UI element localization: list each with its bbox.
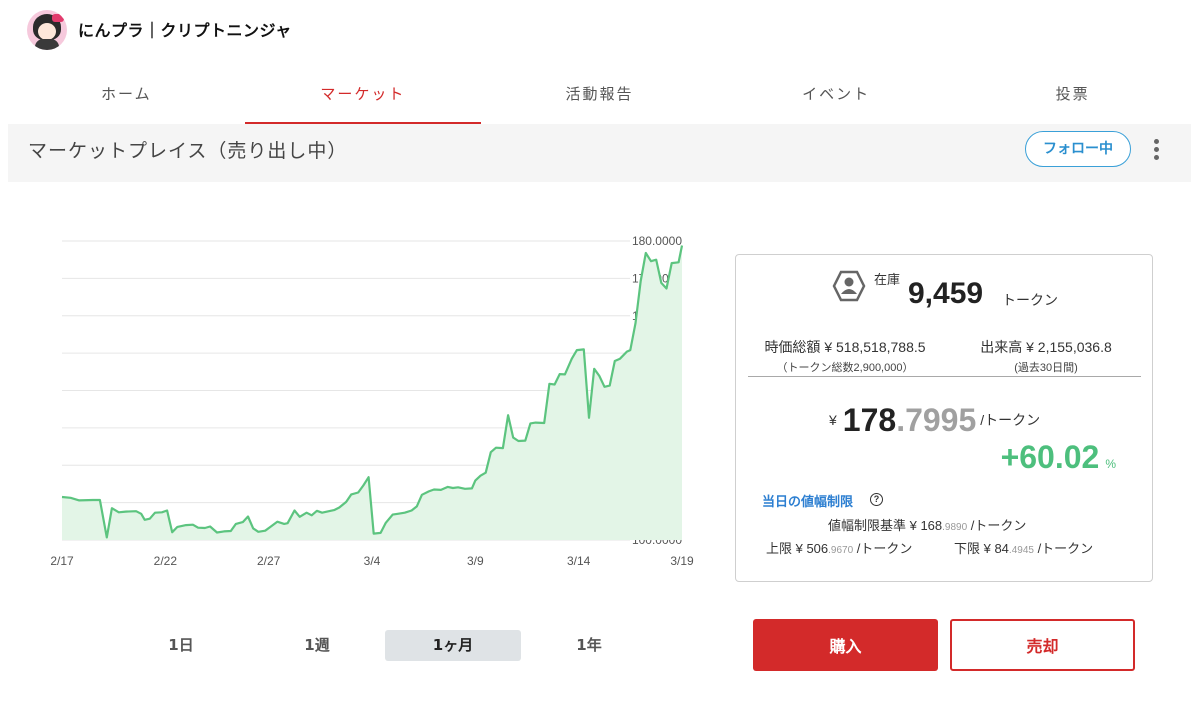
more-dot — [1153, 155, 1159, 160]
limit-upper-label: 上限 ¥ 506 — [766, 541, 829, 556]
limit-lower-label: 下限 ¥ 84 — [954, 541, 1009, 556]
price-integer: 178 — [842, 402, 897, 438]
app-header: にんプラ｜クリプトニンジャ — [0, 0, 1199, 58]
card-divider — [748, 376, 1141, 377]
x-tick-label: 3/19 — [670, 554, 694, 568]
more-options-icon[interactable] — [1148, 136, 1164, 166]
current-price: ¥178.7995/トークン — [829, 402, 1040, 439]
price-unit: /トークン — [980, 412, 1041, 428]
help-icon[interactable]: ? — [870, 493, 883, 506]
limit-lower-unit: /トークン — [1033, 541, 1094, 556]
range-selector: 1日 1週 1ヶ月 1年 — [113, 630, 657, 661]
x-tick-label: 2/22 — [154, 554, 178, 568]
price-change: +60.02% — [1001, 439, 1116, 476]
x-tick-label: 3/9 — [467, 554, 484, 568]
volume-period: (過去30日間) — [1014, 362, 1078, 374]
limit-base: 値幅制限基準 ¥ 168.9890 /トークン — [828, 515, 1026, 534]
x-tick-label: 3/4 — [364, 554, 381, 568]
range-1d[interactable]: 1日 — [113, 630, 249, 661]
y-tick-label: 180.0000 — [632, 234, 682, 248]
main-tabs: ホーム マーケット 活動報告 イベント 投票 — [8, 66, 1191, 124]
stock-icon — [832, 270, 866, 302]
avatar-face — [38, 23, 56, 40]
limit-upper-decimal: .9670 — [828, 545, 854, 556]
follow-button[interactable]: フォロー中 — [1025, 131, 1131, 167]
more-dot — [1153, 147, 1159, 152]
section-title: マーケットプレイス（売り出し中） — [28, 140, 348, 162]
stock-label: 在庫 — [874, 273, 901, 288]
section-bar: マーケットプレイス（売り出し中） フォロー中 — [8, 124, 1191, 182]
price-area — [62, 245, 682, 540]
price-chart: 180.0000170.0000160.0000150.0000140.0000… — [0, 200, 720, 580]
price-chart-svg: 180.0000170.0000160.0000150.0000140.0000… — [50, 234, 694, 568]
trading-volume: 出来高 ¥ 2,155,036.8 — [980, 339, 1112, 355]
range-1y[interactable]: 1年 — [521, 630, 657, 661]
app-title[interactable]: にんプラ｜クリプトニンジャ — [78, 17, 292, 41]
x-tick-label: 2/27 — [257, 554, 281, 568]
price-change-value: +60.02 — [1000, 439, 1100, 475]
tab-activity-report[interactable]: 活動報告 — [481, 66, 718, 124]
limit-base-decimal: .9890 — [942, 522, 968, 533]
avatar-body — [35, 39, 59, 50]
stock-value: 9,459 — [908, 277, 984, 310]
token-info-card: 在庫 9,459 トークン 時価総額 ¥ 518,518,788.5 （トークン… — [735, 254, 1153, 582]
more-dot — [1153, 139, 1159, 144]
total-token-count: （トークン総数2,900,000） — [776, 362, 914, 374]
limit-base-unit: /トークン — [967, 518, 1027, 533]
price-change-percent-sign: % — [1105, 457, 1116, 471]
x-tick-label: 2/17 — [50, 554, 74, 568]
limit-upper: 上限 ¥ 506.9670 /トークン — [766, 538, 912, 557]
tab-vote[interactable]: 投票 — [954, 66, 1191, 124]
buy-button[interactable]: 購入 — [753, 619, 938, 671]
market-cap: 時価総額 ¥ 518,518,788.5 — [764, 339, 926, 355]
x-tick-label: 3/14 — [567, 554, 591, 568]
limit-lower-decimal: .4945 — [1008, 545, 1034, 556]
tab-events[interactable]: イベント — [718, 66, 955, 124]
stock-unit: トークン — [1002, 293, 1058, 309]
limit-upper-unit: /トークン — [853, 541, 913, 556]
range-1m[interactable]: 1ヶ月 — [385, 630, 521, 661]
avatar-bow — [52, 14, 64, 22]
daily-limit-title[interactable]: 当日の値幅制限 — [762, 491, 853, 510]
tab-market[interactable]: マーケット — [244, 66, 482, 124]
price-currency: ¥ — [829, 412, 837, 428]
price-decimal: .7995 — [896, 402, 977, 438]
tab-home[interactable]: ホーム — [8, 66, 245, 124]
sell-button[interactable]: 売却 — [950, 619, 1135, 671]
limit-base-label: 値幅制限基準 ¥ 168 — [828, 518, 943, 533]
limit-lower: 下限 ¥ 84.4945 /トークン — [954, 538, 1093, 557]
range-1w[interactable]: 1週 — [249, 630, 385, 661]
avatar[interactable] — [27, 10, 67, 50]
